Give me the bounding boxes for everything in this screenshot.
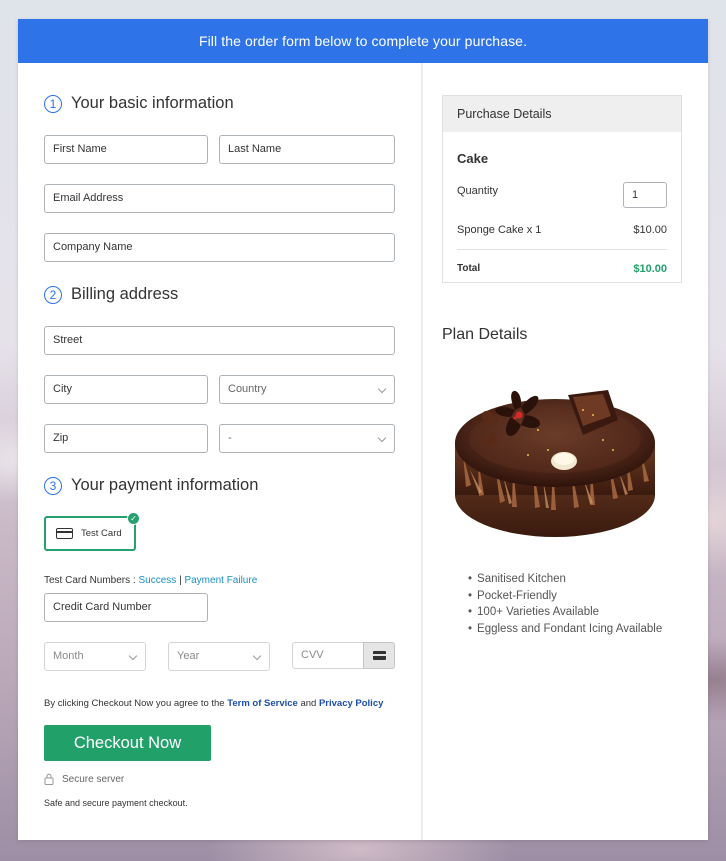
section-basic-info: 1 Your basic information	[44, 94, 234, 113]
list-item: 100+ Varieties Available	[468, 604, 662, 621]
checkout-button[interactable]: Checkout Now	[44, 725, 211, 761]
purchase-details-header: Purchase Details	[443, 96, 681, 132]
chevron-down-icon	[128, 651, 138, 661]
last-name-input[interactable]: Last Name	[219, 135, 395, 164]
section-title: Your basic information	[71, 94, 234, 112]
total-value: $10.00	[633, 263, 667, 275]
cvv-input[interactable]: CVV	[292, 642, 364, 669]
street-input[interactable]: Street	[44, 326, 395, 355]
banner: Fill the order form below to complete yo…	[18, 19, 708, 63]
privacy-link[interactable]: Privacy Policy	[319, 698, 383, 709]
line-item-name: Sponge Cake x 1	[457, 224, 542, 236]
section-billing: 2 Billing address	[44, 285, 178, 304]
plan-details-title: Plan Details	[442, 326, 528, 343]
secure-server: Secure server	[44, 773, 124, 785]
month-select[interactable]: Month	[44, 642, 146, 671]
zip-input[interactable]: Zip	[44, 424, 208, 453]
agreement-and: and	[300, 698, 317, 709]
test-numbers-label: Test Card Numbers :	[44, 575, 136, 586]
city-input[interactable]: City	[44, 375, 208, 404]
list-item: Pocket-Friendly	[468, 588, 662, 605]
test-card-numbers: Test Card Numbers : Success | Payment Fa…	[44, 575, 257, 586]
agreement-text: By clicking Checkout Now you agree to th…	[44, 698, 383, 709]
plan-features: Sanitised Kitchen Pocket-Friendly 100+ V…	[468, 571, 662, 637]
agreement-prefix: By clicking Checkout Now you agree to th…	[44, 698, 225, 709]
list-item: Eggless and Fondant Icing Available	[468, 621, 662, 638]
year-select[interactable]: Year	[168, 642, 270, 671]
total-row: Total $10.00	[457, 263, 667, 275]
card-number-input[interactable]: Credit Card Number	[44, 593, 208, 622]
test-card-option[interactable]: Test Card ✓	[44, 512, 140, 551]
credit-card-icon	[372, 651, 386, 660]
country-select[interactable]: Country	[219, 375, 395, 404]
credit-card-icon	[56, 528, 73, 539]
step-number: 1	[44, 94, 62, 113]
terms-link[interactable]: Term of Service	[227, 698, 298, 709]
divider	[457, 249, 667, 250]
list-item: Sanitised Kitchen	[468, 571, 662, 588]
test-card-label: Test Card	[81, 528, 122, 539]
section-payment: 3 Your payment information	[44, 476, 258, 495]
section-title: Billing address	[71, 285, 179, 303]
section-title: Your payment information	[71, 476, 259, 494]
chevron-down-icon	[377, 384, 387, 394]
total-label: Total	[457, 263, 481, 274]
quantity-input[interactable]: 1	[623, 182, 667, 208]
cake-image	[455, 390, 655, 537]
purchase-details-panel: Purchase Details Cake Quantity 1 Sponge …	[442, 95, 682, 283]
secure-note: Safe and secure payment checkout.	[44, 798, 188, 808]
state-select[interactable]: -	[219, 424, 395, 453]
product-name: Cake	[457, 151, 489, 166]
separator: |	[179, 575, 182, 586]
payment-failure-link[interactable]: Payment Failure	[184, 575, 257, 586]
country-select-value: Country	[228, 383, 267, 395]
form-column: 1 Your basic information First Name Last…	[18, 63, 421, 840]
cvv-help-button[interactable]	[363, 642, 395, 669]
line-item: Sponge Cake x 1 $10.00	[457, 224, 667, 236]
lock-icon	[44, 773, 54, 785]
email-input[interactable]: Email Address	[44, 184, 395, 213]
chevron-down-icon	[252, 651, 262, 661]
order-form-card: Fill the order form below to complete yo…	[18, 19, 708, 840]
line-item-price: $10.00	[633, 224, 667, 236]
first-name-input[interactable]: First Name	[44, 135, 208, 164]
company-input[interactable]: Company Name	[44, 233, 395, 262]
month-select-value: Month	[53, 650, 84, 662]
success-link[interactable]: Success	[138, 575, 176, 586]
summary-column: Purchase Details Cake Quantity 1 Sponge …	[423, 63, 708, 840]
year-select-value: Year	[177, 650, 200, 662]
step-number: 2	[44, 285, 62, 304]
state-select-value: -	[228, 432, 232, 444]
chevron-down-icon	[377, 433, 387, 443]
checkmark-icon: ✓	[127, 512, 140, 525]
step-number: 3	[44, 476, 62, 495]
secure-server-label: Secure server	[62, 773, 125, 785]
